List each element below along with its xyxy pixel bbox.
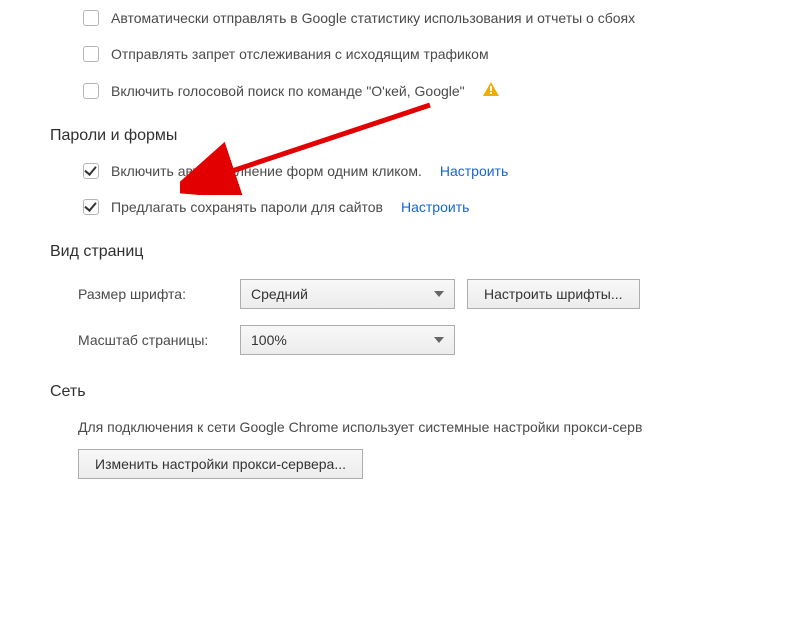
privacy-dnt-label: Отправлять запрет отслеживания с исходящ… [111,46,489,62]
network-description: Для подключения к сети Google Chrome исп… [78,419,807,435]
privacy-voice-search-label: Включить голосовой поиск по команде "О'к… [111,83,465,99]
privacy-voice-search-row: Включить голосовой поиск по команде "О'к… [83,82,807,99]
customize-fonts-button[interactable]: Настроить шрифты... [467,279,640,309]
proxy-settings-button[interactable]: Изменить настройки прокси-сервера... [78,449,363,479]
font-size-label: Размер шрифта: [78,286,228,302]
font-size-row: Размер шрифта: Средний Настроить шрифты.… [78,279,807,309]
page-zoom-row: Масштаб страницы: 100% [78,325,807,355]
privacy-dnt-checkbox[interactable] [83,46,99,62]
privacy-usage-stats-label: Автоматически отправлять в Google статис… [111,10,635,26]
save-passwords-label: Предлагать сохранять пароли для сайтов [111,199,383,215]
privacy-voice-search-checkbox[interactable] [83,83,99,99]
privacy-usage-stats-checkbox[interactable] [83,10,99,26]
chevron-down-icon [434,337,444,343]
autofill-label: Включить автозаполнение форм одним клико… [111,163,422,179]
privacy-dnt-row: Отправлять запрет отслеживания с исходящ… [83,46,807,62]
chevron-down-icon [434,291,444,297]
network-section-title: Сеть [50,383,807,401]
passwords-section-title: Пароли и формы [50,127,807,145]
autofill-row: Включить автозаполнение форм одним клико… [83,163,807,179]
autofill-configure-link[interactable]: Настроить [440,163,508,179]
save-passwords-configure-link[interactable]: Настроить [401,199,469,215]
warning-icon [483,82,499,99]
page-zoom-label: Масштаб страницы: [78,332,228,348]
font-size-select[interactable]: Средний [240,279,455,309]
page-zoom-select[interactable]: 100% [240,325,455,355]
privacy-usage-stats-row: Автоматически отправлять в Google статис… [83,10,807,26]
appearance-section-title: Вид страниц [50,243,807,261]
save-passwords-checkbox[interactable] [83,199,99,215]
save-passwords-row: Предлагать сохранять пароли для сайтов Н… [83,199,807,215]
font-size-value: Средний [251,286,308,302]
autofill-checkbox[interactable] [83,163,99,179]
page-zoom-value: 100% [251,332,287,348]
